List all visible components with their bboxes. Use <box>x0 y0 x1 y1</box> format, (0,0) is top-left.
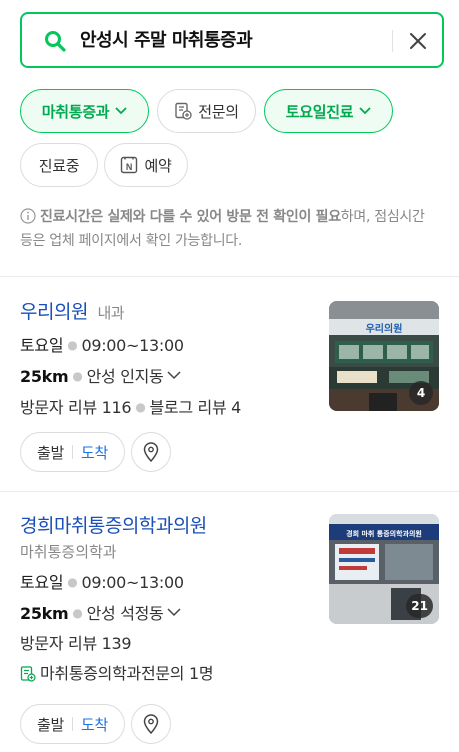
place-name-link[interactable]: 경희마취통증의학과의원 <box>20 515 207 537</box>
distance: 25km <box>20 367 69 386</box>
hours-day: 토요일 <box>20 573 64 592</box>
chevron-down-icon <box>167 608 181 617</box>
map-pin-button[interactable] <box>131 432 172 472</box>
blog-reviews[interactable]: 블로그 리뷰 4 <box>149 398 241 417</box>
route-start[interactable]: 출발 <box>37 442 64 463</box>
filter-chip-label: 토요일진료 <box>285 102 354 121</box>
search-box[interactable]: 안성시 주말 마취통증과 <box>20 12 444 68</box>
visitor-reviews[interactable]: 방문자 리뷰 116 <box>20 398 132 417</box>
divider <box>0 491 459 492</box>
search-icon <box>45 31 66 52</box>
hours-day: 토요일 <box>20 336 64 355</box>
reviews: 방문자 리뷰 139 <box>20 633 440 655</box>
route-arrive[interactable]: 도착 <box>81 714 108 735</box>
hours-time: 09:00~13:00 <box>81 573 184 592</box>
naver-n-icon: N <box>121 156 138 174</box>
filter-chip-specialist[interactable]: 전문의 <box>157 89 256 133</box>
place-category: 내과 <box>97 304 125 322</box>
address: 안성 석정동 <box>86 604 164 623</box>
distance: 25km <box>20 604 69 623</box>
info-icon <box>20 208 36 224</box>
photo-count-badge: 21 <box>406 594 433 618</box>
address: 안성 인지동 <box>86 367 164 386</box>
search-divider <box>392 30 393 52</box>
filter-chip-saturday[interactable]: 토요일진료 <box>264 89 393 133</box>
filter-chip-label: 진료중 <box>38 156 80 175</box>
place-photo[interactable]: 우리의원 4 <box>329 301 439 411</box>
route-start[interactable]: 출발 <box>37 714 64 735</box>
map-pin-icon <box>143 714 159 734</box>
filter-chip-anesthesia[interactable]: 마취통증과 <box>20 89 149 133</box>
map-pin-button[interactable] <box>131 704 172 744</box>
place-name-link[interactable]: 우리의원 <box>20 301 88 323</box>
place-photo[interactable]: 경희 마취 통증의학과의원 21 <box>329 514 439 624</box>
route-actions: 출발 도착 <box>20 432 172 472</box>
filter-chip-open-now[interactable]: 진료중 <box>20 143 98 187</box>
photo-sign: 우리의원 <box>366 322 403 335</box>
chevron-down-icon <box>115 107 127 115</box>
svg-text:N: N <box>126 162 132 172</box>
filter-chip-label: 전문의 <box>198 102 239 121</box>
specialist-doc-icon <box>175 102 192 120</box>
route-arrive[interactable]: 도착 <box>81 442 108 463</box>
hours-notice: 진료시간은 실제와 다를 수 있어 방문 전 확인이 필요하며, 점심시간 등은… <box>20 205 440 253</box>
route-actions: 출발 도착 <box>20 704 172 744</box>
close-icon[interactable] <box>406 29 430 53</box>
route-button[interactable]: 출발 도착 <box>20 704 126 744</box>
route-button[interactable]: 출발 도착 <box>20 432 126 472</box>
divider <box>0 276 459 277</box>
notice-bold: 진료시간은 실제와 다를 수 있어 방문 전 확인이 필요 <box>40 209 341 225</box>
photo-sign: 경희 마취 통증의학과의원 <box>346 529 422 538</box>
map-pin-icon <box>143 442 159 462</box>
chevron-down-icon <box>359 107 371 115</box>
visitor-reviews[interactable]: 방문자 리뷰 139 <box>20 634 132 653</box>
search-input[interactable]: 안성시 주말 마취통증과 <box>80 27 253 55</box>
filter-chip-label: 마취통증과 <box>41 102 110 121</box>
filter-chip-label: 예약 <box>144 156 172 175</box>
specialist-count: 마취통증의학과전문의 1명 <box>40 664 214 683</box>
specialist-doc-icon <box>20 666 36 682</box>
chevron-down-icon <box>167 371 181 380</box>
filter-chip-reservation[interactable]: N 예약 <box>104 143 188 187</box>
photo-count-badge: 4 <box>409 381 433 405</box>
specialist-info: 마취통증의학과전문의 1명 <box>20 663 440 685</box>
hours-time: 09:00~13:00 <box>81 336 184 355</box>
